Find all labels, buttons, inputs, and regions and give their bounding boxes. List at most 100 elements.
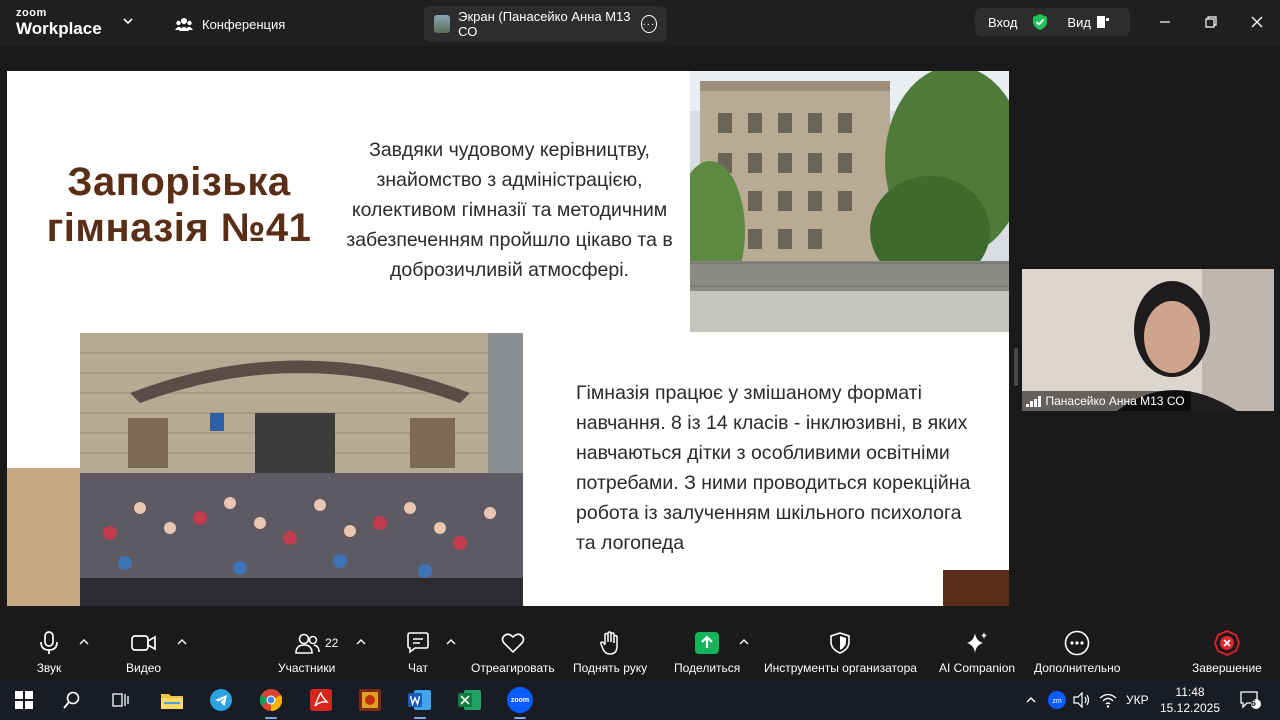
slide-paragraph-2: Гімназія працює у змішаному форматі навч…	[576, 382, 971, 554]
host-tools-button[interactable]: Инструменты организатора	[764, 630, 917, 676]
screen-thumbnail-icon	[434, 15, 451, 33]
clock-date: 15.12.2025	[1159, 701, 1221, 715]
share-button[interactable]: Поделиться	[674, 630, 740, 676]
heart-icon	[500, 630, 526, 656]
volume-icon[interactable]	[1071, 686, 1093, 714]
video-label: Видео	[126, 661, 162, 675]
audio-button[interactable]: Звук	[36, 630, 62, 676]
game-app-icon[interactable]	[356, 686, 384, 714]
zoom-app-icon[interactable]: zoom	[506, 686, 534, 719]
participants-options-caret-icon[interactable]	[355, 636, 367, 648]
panel-resize-handle[interactable]	[1014, 348, 1018, 386]
students-group-photo	[80, 333, 523, 606]
audio-options-caret-icon[interactable]	[78, 636, 90, 648]
slide-paragraph-1: Завдяки чудовому керівництву, знайомство…	[346, 139, 673, 281]
chat-button[interactable]: Чат	[405, 630, 431, 676]
end-meeting-label: Завершение	[1192, 661, 1262, 675]
minimize-icon[interactable]	[1153, 10, 1177, 34]
meeting-controls-box: Вход Вид	[975, 8, 1130, 36]
shared-slide: Запорізька гімназія №41 Завдяки чудовому…	[7, 71, 1009, 606]
telegram-icon[interactable]	[207, 686, 235, 714]
react-label: Отреагировать	[471, 661, 555, 675]
chrome-icon[interactable]	[257, 686, 285, 719]
microphone-icon	[36, 630, 62, 656]
notifications-count: 6	[1251, 698, 1257, 708]
share-label: Поделиться	[674, 661, 741, 675]
show-hidden-icons-chevron-icon[interactable]	[1024, 686, 1038, 714]
participants-icon	[294, 630, 320, 656]
clock-time: 11:48	[1175, 685, 1205, 699]
share-screen-icon	[694, 630, 720, 656]
zoom-tray-icon[interactable]: zm	[1046, 686, 1068, 714]
logo-workplace-text: Workplace	[16, 19, 102, 38]
slide-title-line1: Запорізька	[67, 160, 291, 204]
restore-icon[interactable]	[1199, 10, 1223, 34]
people-icon	[174, 14, 194, 34]
host-tools-label: Инструменты организатора	[764, 661, 917, 675]
system-clock[interactable]: 11:48 15.12.2025	[1158, 684, 1222, 716]
share-options-caret-icon[interactable]	[738, 636, 750, 648]
windows-taskbar: zoom zm УКР 11:48 15.12.2025 6	[0, 680, 1280, 720]
hand-icon	[597, 630, 623, 656]
meeting-toolbar: Звук Видео Участники 22 Чат Отреагироват…	[0, 622, 1280, 680]
participant-video-tile[interactable]: Панасейко Анна М13 СО	[1022, 269, 1274, 411]
tab-screen-label: Экран (Панасейко Анна М13 СО	[458, 9, 631, 39]
file-explorer-icon[interactable]	[158, 686, 186, 714]
input-language-indicator[interactable]: УКР	[1126, 693, 1149, 707]
participant-name-label: Панасейко Анна М13 СО	[1022, 391, 1191, 411]
zoom-logo: zoom Workplace	[16, 7, 102, 38]
more-button[interactable]: Дополнительно	[1034, 630, 1120, 676]
view-layout-icon[interactable]	[1096, 16, 1109, 28]
raise-hand-label: Поднять руку	[573, 661, 648, 675]
end-meeting-button[interactable]: Завершение	[1192, 630, 1262, 676]
chat-options-caret-icon[interactable]	[445, 636, 457, 648]
raise-hand-button[interactable]: Поднять руку	[573, 630, 647, 676]
decor-brown-block	[943, 570, 1009, 606]
participant-name-text: Панасейко Анна М13 СО	[1045, 394, 1185, 408]
chat-label: Чат	[408, 661, 428, 675]
tab-screen-share[interactable]: Экран (Панасейко Анна М13 СО ···	[424, 6, 667, 42]
title-bar: zoom Workplace Конференция Экран (Панасе…	[0, 0, 1280, 46]
meeting-stage: Запорізька гімназія №41 Завдяки чудовому…	[0, 46, 1280, 622]
video-camera-icon	[130, 630, 157, 656]
notifications-icon[interactable]: 6	[1236, 686, 1264, 714]
more-options-icon[interactable]: ···	[640, 15, 657, 33]
view-button[interactable]: Вид	[1067, 15, 1091, 30]
chat-bubble-icon	[405, 630, 431, 656]
tab-conference-label: Конференция	[202, 16, 286, 32]
zoom-app-icon-text: zoom	[510, 696, 530, 704]
react-button[interactable]: Отреагировать	[471, 630, 555, 676]
audio-label: Звук	[36, 661, 62, 675]
slide-title-line2: гімназія №41	[46, 206, 312, 251]
participants-label: Участники	[278, 661, 336, 675]
school-building-photo	[690, 71, 1009, 332]
security-shield-icon[interactable]	[1031, 13, 1049, 31]
ai-companion-label: AI Companion	[939, 661, 1016, 675]
participant-video-frame	[1022, 269, 1274, 411]
participants-count: 22	[325, 636, 339, 650]
acrobat-icon[interactable]	[307, 686, 335, 714]
logo-zoom-text: zoom	[16, 7, 47, 19]
slide-title: Запорізька гімназія №41	[29, 159, 329, 252]
word-icon[interactable]	[406, 686, 434, 719]
excel-icon[interactable]	[456, 686, 484, 714]
decor-beige-block	[7, 468, 80, 606]
wifi-icon[interactable]	[1097, 686, 1119, 714]
more-dots-icon	[1064, 630, 1090, 656]
svg-text:zm: zm	[1052, 698, 1062, 705]
task-view-icon[interactable]	[106, 686, 134, 714]
close-icon[interactable]	[1245, 10, 1269, 34]
sparkle-icon	[964, 630, 990, 656]
chevron-down-icon[interactable]	[121, 14, 135, 28]
end-meeting-icon	[1213, 630, 1240, 656]
search-icon[interactable]	[58, 686, 86, 714]
tab-conference[interactable]: Конференция	[164, 6, 295, 42]
ai-companion-button[interactable]: AI Companion	[939, 630, 1015, 676]
connection-signal-icon	[1026, 395, 1041, 407]
more-label: Дополнительно	[1034, 661, 1121, 675]
windows-start-icon[interactable]	[10, 686, 38, 714]
video-options-caret-icon[interactable]	[176, 636, 188, 648]
shield-icon	[827, 630, 853, 656]
video-button[interactable]: Видео	[126, 630, 161, 676]
signin-button[interactable]: Вход	[988, 15, 1017, 30]
